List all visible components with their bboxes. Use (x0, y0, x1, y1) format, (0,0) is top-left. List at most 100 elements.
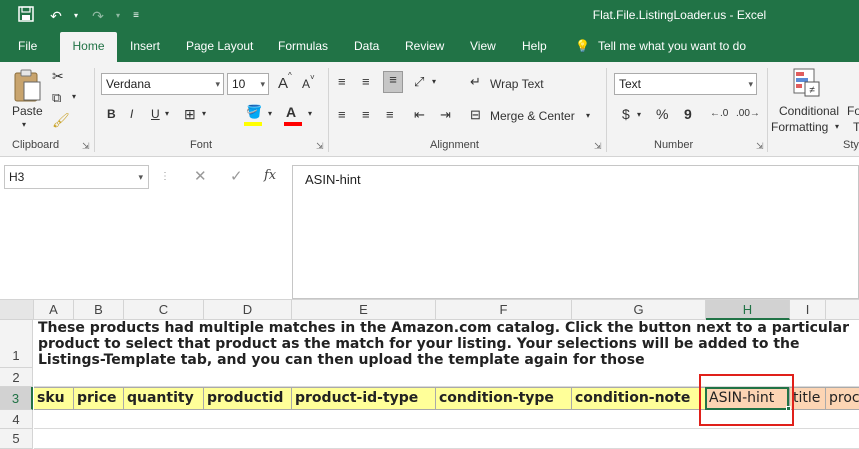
conditional-formatting-label-1[interactable]: Conditional (775, 104, 843, 118)
align-left-icon[interactable]: ≡ (338, 107, 346, 122)
column-header-e[interactable]: E (292, 300, 436, 320)
tab-view[interactable]: View (460, 32, 506, 62)
name-box[interactable]: H3 ▾ (4, 165, 149, 189)
percent-button[interactable]: % (656, 106, 668, 122)
row-header-2[interactable]: 2 (0, 368, 33, 387)
fill-dropdown-icon[interactable]: ▾ (268, 109, 272, 118)
copy-dropdown-icon[interactable]: ▾ (72, 92, 76, 101)
column-header-d[interactable]: D (204, 300, 292, 320)
currency-dropdown-icon[interactable]: ▾ (637, 110, 641, 119)
resize-handle-icon[interactable]: ⋮ (160, 171, 170, 182)
column-header-a[interactable]: A (34, 300, 74, 320)
cell-b3[interactable]: price (74, 387, 124, 410)
insert-function-icon[interactable]: fx (264, 168, 276, 183)
column-header-f[interactable]: F (436, 300, 572, 320)
cell-f3[interactable]: condition-type (436, 387, 572, 410)
chevron-down-icon: ▾ (260, 79, 265, 89)
borders-icon[interactable]: ⊞ (184, 106, 196, 123)
format-table-label-2[interactable]: T (853, 120, 859, 134)
font-launcher-icon[interactable]: ⇲ (316, 141, 324, 152)
italic-button[interactable]: I (130, 107, 133, 121)
enter-icon[interactable]: ✓ (230, 167, 243, 185)
currency-button[interactable]: $ (622, 106, 630, 122)
grow-font-icon[interactable]: A (278, 75, 288, 92)
copy-icon[interactable]: ⧉ (52, 90, 61, 106)
align-middle-icon[interactable]: ≡ (362, 74, 370, 89)
tab-file[interactable]: File (8, 32, 47, 62)
format-table-label-1[interactable]: Fo (847, 104, 859, 118)
comma-button[interactable]: 9 (684, 106, 692, 122)
font-name-combo[interactable]: Verdana ▾ (101, 73, 224, 95)
column-header-g[interactable]: G (572, 300, 706, 320)
styles-group-label: Sty (843, 139, 859, 151)
font-size-combo[interactable]: 10 ▾ (227, 73, 269, 95)
cell-c3[interactable]: quantity (124, 387, 204, 410)
tab-formulas[interactable]: Formulas (268, 32, 338, 62)
paste-icon[interactable] (12, 68, 46, 106)
cell-a3[interactable]: sku (34, 387, 74, 410)
column-header-j[interactable] (826, 300, 859, 320)
cell-j3[interactable]: proc (826, 387, 859, 410)
column-header-h[interactable]: H (706, 300, 790, 320)
font-color-dropdown-icon[interactable]: ▾ (308, 109, 312, 118)
column-header-b[interactable]: B (74, 300, 124, 320)
align-bottom-icon[interactable]: ≡ (383, 71, 403, 93)
orientation-icon[interactable]: ⤢ (414, 74, 424, 90)
font-color-swatch (284, 122, 302, 126)
cell-i3[interactable]: title (790, 387, 826, 410)
fill-color-icon[interactable]: 🪣 (246, 104, 262, 120)
format-painter-icon[interactable]: 🖌 (52, 112, 70, 129)
align-top-icon[interactable]: ≡ (338, 74, 346, 89)
conditional-formatting-label-2[interactable]: Formatting (771, 120, 828, 134)
underline-button[interactable]: U (151, 107, 160, 121)
tell-me-box[interactable]: 💡 Tell me what you want to do (575, 32, 746, 62)
tab-insert[interactable]: Insert (120, 32, 170, 62)
column-header-c[interactable]: C (124, 300, 204, 320)
number-launcher-icon[interactable]: ⇲ (756, 141, 764, 152)
align-right-icon[interactable]: ≡ (386, 107, 394, 122)
row-header-1[interactable]: 1 (0, 320, 33, 368)
row-header-3[interactable]: 3 (0, 387, 33, 410)
instructions-cell[interactable]: These products had multiple matches in t… (34, 320, 859, 368)
tab-help[interactable]: Help (512, 32, 557, 62)
cut-icon[interactable]: ✂ (52, 68, 64, 85)
row-5-cells[interactable] (34, 429, 859, 449)
number-format-combo[interactable]: Text ▾ (614, 73, 757, 95)
align-center-icon[interactable]: ≡ (362, 107, 370, 122)
alignment-launcher-icon[interactable]: ⇲ (594, 141, 602, 152)
merge-center-icon: ⊟ (470, 107, 481, 122)
underline-dropdown-icon[interactable]: ▾ (165, 109, 169, 118)
bold-button[interactable]: B (107, 107, 116, 121)
merge-center-button[interactable]: Merge & Center (490, 109, 575, 123)
increase-indent-icon[interactable]: ⇥ (440, 107, 451, 123)
increase-decimal-icon[interactable]: ←.0 (710, 108, 728, 119)
orientation-dropdown-icon[interactable]: ▾ (432, 77, 436, 86)
tab-page-layout[interactable]: Page Layout (176, 32, 263, 62)
cell-e3[interactable]: product-id-type (292, 387, 436, 410)
cell-g3[interactable]: condition-note (572, 387, 706, 410)
paste-dropdown-icon[interactable]: ▾ (22, 120, 26, 129)
tab-review[interactable]: Review (395, 32, 454, 62)
name-box-value: H3 (9, 170, 25, 184)
paste-button[interactable]: Paste (12, 104, 43, 118)
chevron-down-icon[interactable]: ▾ (138, 166, 143, 188)
shrink-font-icon[interactable]: A (302, 77, 310, 91)
select-all-corner[interactable] (0, 300, 34, 320)
decrease-decimal-icon[interactable]: .00→ (736, 108, 760, 119)
tab-home[interactable]: Home (60, 32, 117, 62)
cancel-icon[interactable]: ✕ (194, 167, 207, 185)
decrease-indent-icon[interactable]: ⇤ (414, 107, 425, 123)
row-header-5[interactable]: 5 (0, 429, 33, 449)
borders-dropdown-icon[interactable]: ▾ (202, 109, 206, 118)
conditional-dropdown-icon[interactable]: ▾ (835, 122, 839, 131)
conditional-formatting-icon: ≠ (793, 68, 821, 98)
row-header-4[interactable]: 4 (0, 410, 33, 429)
cell-d3[interactable]: productid (204, 387, 292, 410)
wrap-text-button[interactable]: Wrap Text (490, 77, 544, 91)
tab-data[interactable]: Data (344, 32, 389, 62)
formula-input[interactable]: ASIN-hint (292, 165, 859, 299)
merge-dropdown-icon[interactable]: ▾ (586, 111, 590, 120)
column-header-i[interactable]: I (790, 300, 826, 320)
clipboard-launcher-icon[interactable]: ⇲ (82, 141, 90, 152)
font-color-icon[interactable]: A (286, 104, 296, 120)
